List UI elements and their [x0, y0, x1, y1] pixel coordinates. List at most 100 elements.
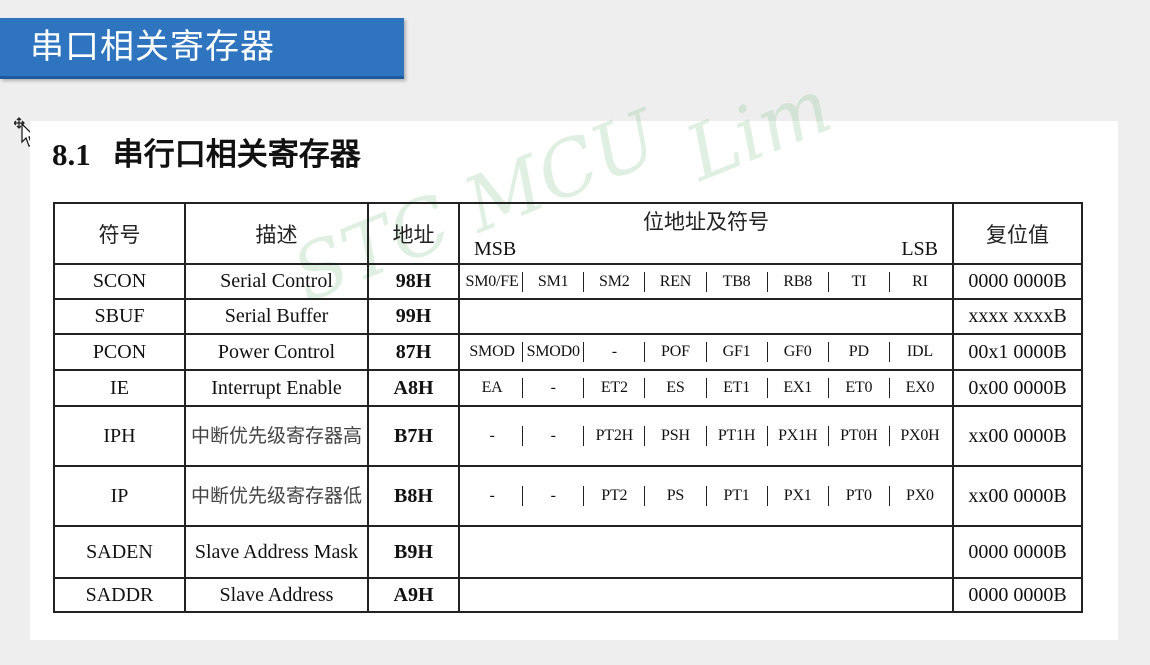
header-bits-title: 位地址及符号: [643, 210, 769, 234]
bit-label: IDL: [906, 343, 933, 360]
table-header-row: 符号 描述 地址 位地址及符号 MSB LSB 复位值: [53, 202, 1083, 265]
register-address: A9H: [367, 577, 460, 613]
bit-label: EX1: [768, 378, 829, 398]
header-address: 地址: [367, 202, 460, 265]
register-row: SCON Serial Control 98H SM0/FE SM1 SM2 REN TB8 R…: [53, 263, 1083, 300]
header-symbol: 符号: [53, 202, 186, 265]
section-number: 8.1: [52, 137, 91, 172]
bit-label: ET0: [829, 378, 890, 398]
bit-label: PX1H: [768, 426, 829, 446]
register-symbol: IP: [53, 465, 186, 527]
register-description: Slave Address Mask: [184, 525, 369, 579]
header-bits: 位地址及符号 MSB LSB: [458, 202, 954, 265]
register-address: A8H: [367, 369, 460, 407]
bit-label: SMOD: [462, 342, 524, 362]
register-bits: - - PT2 PS PT1 PX1 PT0 PX0: [458, 465, 954, 527]
bit-label: PT0: [829, 486, 890, 506]
register-description: Serial Control: [184, 263, 369, 300]
register-bits: [458, 525, 954, 579]
register-bits: [458, 577, 954, 613]
register-description: Serial Buffer: [184, 298, 369, 335]
bit-label: RB8: [768, 271, 829, 292]
bit-label: REN: [645, 271, 707, 292]
bit-label: -: [584, 342, 646, 362]
bit-label: -: [462, 486, 524, 506]
register-symbol: IE: [53, 369, 186, 407]
register-symbol: IPH: [53, 405, 186, 467]
msb-label: MSB: [474, 238, 517, 260]
bit-label: TB8: [707, 271, 768, 292]
register-description: Power Control: [184, 333, 369, 371]
bit-label: -: [523, 426, 585, 446]
bit-label: ET1: [707, 378, 768, 398]
slide-title-bar: 串口相关寄存器: [0, 18, 404, 79]
register-table: 符号 描述 地址 位地址及符号 MSB LSB 复位值 SCON Serial C…: [53, 202, 1083, 613]
register-row: IE Interrupt Enable A8H EA - ET2 ES ET1 EX1 ET0 EX…: [53, 369, 1083, 407]
register-address: 98H: [367, 263, 460, 300]
bit-label: PT1H: [707, 426, 768, 446]
bit-label: EA: [462, 378, 524, 398]
register-bits: EA - ET2 ES ET1 EX1 ET0 EX0: [458, 369, 954, 407]
bit-label: PT0H: [829, 426, 890, 446]
header-description: 描述: [184, 202, 369, 265]
bit-label: PX1: [768, 486, 829, 506]
document-panel: STC MCU Lim 8.1 串行口相关寄存器 符号 描述 地址 位地址及符号…: [30, 61, 1118, 640]
register-description: Slave Address: [184, 577, 369, 613]
register-description: Interrupt Enable: [184, 369, 369, 407]
register-symbol: SCON: [53, 263, 186, 300]
register-row: IPH 中断优先级寄存器高 B7H - - PT2H PSH PT1H PX1H PT0H PX0H…: [53, 405, 1083, 467]
register-reset-value: 00x1 0000B: [952, 333, 1083, 371]
register-symbol: SBUF: [53, 298, 186, 335]
bit-label: PT2H: [584, 426, 646, 446]
register-description: 中断优先级寄存器低: [184, 465, 369, 527]
register-symbol: PCON: [53, 333, 186, 371]
register-row: SBUF Serial Buffer 99H xxxx xxxxB: [53, 298, 1083, 335]
register-address: 87H: [367, 333, 460, 371]
register-row: SADEN Slave Address Mask B9H 0000 0000B: [53, 525, 1083, 579]
bit-label: GF1: [707, 342, 768, 362]
register-address: B9H: [367, 525, 460, 579]
bit-label: TI: [829, 271, 890, 292]
bit-label: PT2: [584, 486, 646, 506]
bit-label: PS: [645, 486, 707, 506]
bit-label: PX0H: [900, 427, 940, 444]
bit-label: PSH: [645, 426, 707, 446]
register-reset-value: 0000 0000B: [952, 263, 1083, 300]
bit-label: PX0: [906, 487, 934, 504]
watermark-suffix: Lim: [673, 60, 844, 199]
bit-label: RI: [912, 272, 928, 290]
register-reset-value: 0000 0000B: [952, 525, 1083, 579]
bit-label: PT1: [707, 486, 768, 506]
bit-label: -: [523, 378, 585, 398]
register-reset-value: xx00 0000B: [952, 405, 1083, 467]
register-reset-value: xxxx xxxxB: [952, 298, 1083, 335]
bit-label: SM0/FE: [462, 271, 524, 292]
section-title: 串行口相关寄存器: [112, 137, 361, 173]
bit-label: ET2: [584, 378, 646, 398]
register-row: SADDR Slave Address A9H 0000 0000B: [53, 577, 1083, 613]
register-description: 中断优先级寄存器高: [184, 405, 369, 467]
register-bits: SM0/FE SM1 SM2 REN TB8 RB8 TI RI: [458, 263, 954, 300]
bit-label: EX0: [905, 379, 935, 396]
section-heading: 8.1 串行口相关寄存器: [52, 133, 361, 177]
bit-label: ES: [645, 378, 707, 398]
bit-label: POF: [645, 342, 707, 362]
register-bits: [458, 298, 954, 335]
bit-label: -: [462, 426, 524, 446]
register-row: PCON Power Control 87H SMOD SMOD0- POF GF1 GF0 P…: [53, 333, 1083, 371]
register-address: B7H: [367, 405, 460, 467]
register-symbol: SADEN: [53, 525, 186, 579]
register-reset-value: 0000 0000B: [952, 577, 1083, 613]
bit-label: -: [523, 486, 585, 506]
bit-label: PD: [829, 342, 890, 362]
register-reset-value: xx00 0000B: [952, 465, 1083, 527]
header-reset: 复位值: [952, 202, 1083, 265]
register-reset-value: 0x00 0000B: [952, 369, 1083, 407]
register-bits: - - PT2H PSH PT1H PX1H PT0H PX0H: [458, 405, 954, 467]
bit-label: SMOD0: [523, 342, 585, 362]
register-address: 99H: [367, 298, 460, 335]
bit-label: SM2: [584, 271, 646, 292]
register-row: IP 中断优先级寄存器低 B8H - - PT2 PS PT1 PX1 PT0 PX0 xx00 00…: [53, 465, 1083, 527]
register-address: B8H: [367, 465, 460, 527]
slide-title: 串口相关寄存器: [30, 27, 275, 67]
